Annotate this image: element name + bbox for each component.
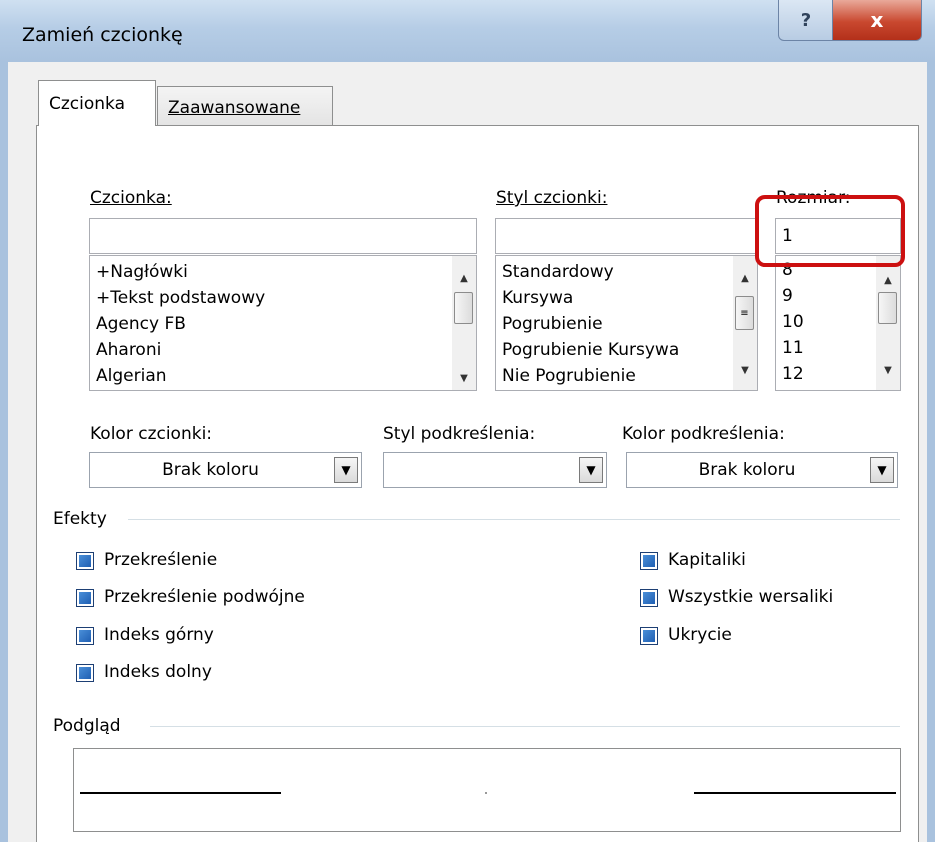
list-item[interactable]: +Tekst podstawowy: [96, 288, 265, 308]
font-list-scrollbar[interactable]: ▲ ▼: [452, 256, 476, 390]
preview-line-left: [80, 792, 281, 794]
window-frame-left: [0, 62, 8, 842]
small-caps-label[interactable]: Kapitaliki: [668, 550, 746, 570]
list-item[interactable]: Agency FB: [96, 314, 186, 334]
scroll-up-icon[interactable]: ▲: [733, 268, 757, 288]
checkbox-fill: [643, 555, 655, 567]
tab-label: Czcionka: [49, 93, 126, 114]
preview-box: [73, 748, 901, 832]
all-caps-label[interactable]: Wszystkie wersaliki: [668, 587, 833, 607]
font-label: Czcionka:: [90, 188, 172, 208]
tab-zaawansowane[interactable]: Zaawansowane: [157, 86, 333, 128]
underline-color-select[interactable]: Brak koloru ▼: [626, 452, 898, 488]
list-item[interactable]: Kursywa: [502, 288, 573, 308]
close-icon: x: [870, 8, 884, 32]
window-frame-right: [927, 62, 935, 842]
superscript-checkbox[interactable]: [76, 627, 94, 645]
style-input[interactable]: [495, 218, 758, 254]
style-label: Styl czcionki:: [496, 188, 608, 208]
checkbox-fill: [79, 630, 91, 642]
font-input[interactable]: [89, 218, 477, 254]
style-list-scrollbar[interactable]: ▲ ≡ ▼: [733, 256, 757, 390]
size-list[interactable]: 8 9 10 11 12 ▲ ▼: [775, 255, 901, 391]
title-bar: Zamień czcionkę ? x: [0, 0, 935, 63]
strikethrough-label[interactable]: Przekreślenie: [104, 550, 217, 570]
all-caps-checkbox[interactable]: [640, 589, 658, 607]
chevron-down-icon[interactable]: ▼: [579, 457, 603, 483]
scroll-thumb[interactable]: [878, 292, 897, 324]
checkbox-fill: [643, 592, 655, 604]
preview-dot: [485, 792, 487, 794]
size-highlight-marker: [755, 195, 905, 267]
font-list[interactable]: +Nagłówki +Tekst podstawowy Agency FB Ah…: [89, 255, 477, 391]
superscript-label[interactable]: Indeks górny: [104, 625, 214, 645]
scroll-thumb[interactable]: [454, 292, 473, 324]
checkbox-fill: [643, 630, 655, 642]
chevron-down-icon[interactable]: ▼: [870, 457, 894, 483]
scroll-up-icon[interactable]: ▲: [452, 268, 476, 288]
font-color-select[interactable]: Brak koloru ▼: [89, 452, 362, 488]
scroll-down-icon[interactable]: ▼: [733, 360, 757, 380]
underline-style-select[interactable]: ▼: [383, 452, 607, 488]
list-item[interactable]: Pogrubienie Kursywa: [502, 340, 679, 360]
font-color-value: Brak koloru: [162, 460, 259, 480]
list-item[interactable]: 10: [782, 312, 804, 332]
scroll-down-icon[interactable]: ▼: [452, 368, 476, 388]
list-item[interactable]: 9: [782, 286, 793, 306]
scroll-up-icon[interactable]: ▲: [876, 270, 900, 290]
scroll-down-icon[interactable]: ▼: [876, 360, 900, 380]
effects-divider: [128, 519, 900, 520]
style-list[interactable]: Standardowy Kursywa Pogrubienie Pogrubie…: [495, 255, 758, 391]
subscript-checkbox[interactable]: [76, 664, 94, 682]
list-item[interactable]: Standardowy: [502, 262, 614, 282]
double-strikethrough-label[interactable]: Przekreślenie podwójne: [104, 587, 305, 607]
hidden-checkbox[interactable]: [640, 627, 658, 645]
preview-heading: Podgląd: [53, 716, 121, 736]
tab-czcionka[interactable]: Czcionka: [38, 80, 156, 126]
list-item[interactable]: Nie Pogrubienie: [502, 366, 636, 386]
scroll-thumb[interactable]: ≡: [735, 296, 754, 330]
underline-style-label: Styl podkreślenia:: [383, 424, 536, 444]
window-title: Zamień czcionkę: [22, 24, 183, 46]
close-button[interactable]: x: [832, 0, 922, 41]
underline-style-value: [384, 453, 576, 487]
double-strikethrough-checkbox[interactable]: [76, 589, 94, 607]
subscript-label[interactable]: Indeks dolny: [104, 662, 212, 682]
underline-color-value: Brak koloru: [698, 460, 796, 480]
strikethrough-checkbox[interactable]: [76, 552, 94, 570]
list-item[interactable]: 11: [782, 338, 804, 358]
font-color-label: Kolor czcionki:: [90, 424, 213, 444]
tab-label: Zaawansowane: [168, 97, 301, 118]
checkbox-fill: [79, 667, 91, 679]
preview-line-right: [694, 792, 896, 794]
help-icon: ?: [800, 9, 812, 31]
preview-divider: [150, 726, 900, 727]
list-item[interactable]: Algerian: [96, 366, 167, 386]
size-list-scrollbar[interactable]: ▲ ▼: [876, 256, 900, 390]
hidden-label[interactable]: Ukrycie: [668, 625, 732, 645]
list-item[interactable]: 12: [782, 364, 804, 384]
small-caps-checkbox[interactable]: [640, 552, 658, 570]
list-item[interactable]: +Nagłówki: [96, 262, 188, 282]
checkbox-fill: [79, 592, 91, 604]
effects-heading: Efekty: [53, 509, 107, 529]
list-item[interactable]: Aharoni: [96, 340, 161, 360]
underline-color-label: Kolor podkreślenia:: [622, 424, 785, 444]
help-button[interactable]: ?: [778, 0, 834, 41]
chevron-down-icon[interactable]: ▼: [334, 457, 358, 483]
list-item[interactable]: Pogrubienie: [502, 314, 603, 334]
checkbox-fill: [79, 555, 91, 567]
